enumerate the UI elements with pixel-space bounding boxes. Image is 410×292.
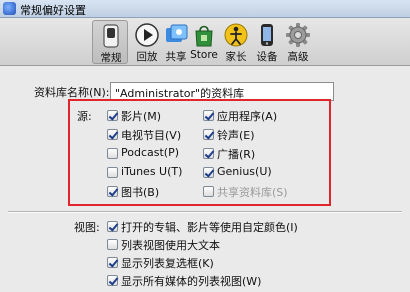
checkbox-radio[interactable] bbox=[203, 148, 214, 159]
checkbox-tv-shows[interactable] bbox=[107, 129, 118, 140]
option-podcast-label: Podcast(P) bbox=[121, 146, 180, 159]
option-itunes-u-label: iTunes U(T) bbox=[121, 165, 183, 178]
device-icon bbox=[261, 24, 273, 46]
tab-general[interactable]: 常规 bbox=[92, 20, 128, 64]
option-apps-label: 应用程序(A) bbox=[217, 110, 278, 123]
sources-label: 源: bbox=[77, 110, 92, 123]
checkbox-itunes-u[interactable] bbox=[107, 167, 118, 178]
general-preferences-panel: 资料库名称(N): "Administrator"的资料库 源: 影片(M) 电… bbox=[0, 67, 410, 292]
section-divider bbox=[8, 211, 402, 213]
checkbox-books[interactable] bbox=[107, 186, 118, 197]
option-movies-label: 影片(M) bbox=[121, 110, 162, 123]
option-tv-shows-label: 电视节目(V) bbox=[121, 129, 182, 142]
store-bag-icon bbox=[195, 25, 213, 47]
window-title: 常规偏好设置 bbox=[20, 4, 86, 17]
checkbox-movies[interactable] bbox=[107, 110, 118, 121]
option-list-checkboxes-label: 显示列表复选框(K) bbox=[121, 257, 214, 270]
checkbox-tones[interactable] bbox=[203, 129, 214, 140]
preferences-toolbar: 常规 回放 共享 Store 家长 设备 高级 bbox=[0, 18, 410, 66]
option-genius-label: Genius(U) bbox=[217, 165, 272, 178]
checkbox-shared-libraries[interactable] bbox=[203, 186, 214, 197]
option-large-text-label: 列表视图使用大文本 bbox=[121, 239, 220, 252]
option-list-view-all-media-label: 显示所有媒体的列表视图(W) bbox=[121, 275, 262, 288]
option-tones-label: 铃声(E) bbox=[217, 129, 255, 142]
checkbox-list-checkboxes[interactable] bbox=[107, 257, 118, 268]
tab-advanced-label: 高级 bbox=[287, 51, 309, 63]
checkbox-genius[interactable] bbox=[203, 167, 214, 178]
option-shared-libraries-label: 共享资料库(S) bbox=[217, 186, 288, 199]
option-custom-colors-label: 打开的专辑、影片等使用自定颜色(I) bbox=[121, 221, 298, 234]
checkbox-large-text[interactable] bbox=[107, 239, 118, 250]
itunes-app-icon bbox=[3, 2, 16, 15]
parental-icon bbox=[224, 23, 248, 47]
view-label: 视图: bbox=[74, 221, 100, 234]
title-bar: 常规偏好设置 bbox=[0, 0, 410, 18]
checkbox-podcast[interactable] bbox=[107, 148, 118, 159]
tab-advanced[interactable]: 高级 bbox=[280, 20, 316, 64]
library-name-label: 资料库名称(N): bbox=[34, 86, 110, 99]
preferences-window: 常规偏好设置 常规 回放 共享 Store 家长 设备 高级 资料库名称(N):… bbox=[0, 0, 410, 292]
play-icon bbox=[135, 23, 159, 47]
checkbox-custom-colors[interactable] bbox=[107, 221, 118, 232]
general-switch-icon bbox=[103, 24, 119, 48]
checkbox-list-view-all-media[interactable] bbox=[107, 275, 118, 286]
gear-icon bbox=[286, 23, 310, 47]
option-radio-label: 广播(R) bbox=[217, 148, 256, 161]
checkbox-apps[interactable] bbox=[203, 110, 214, 121]
option-books-label: 图书(B) bbox=[121, 186, 160, 199]
